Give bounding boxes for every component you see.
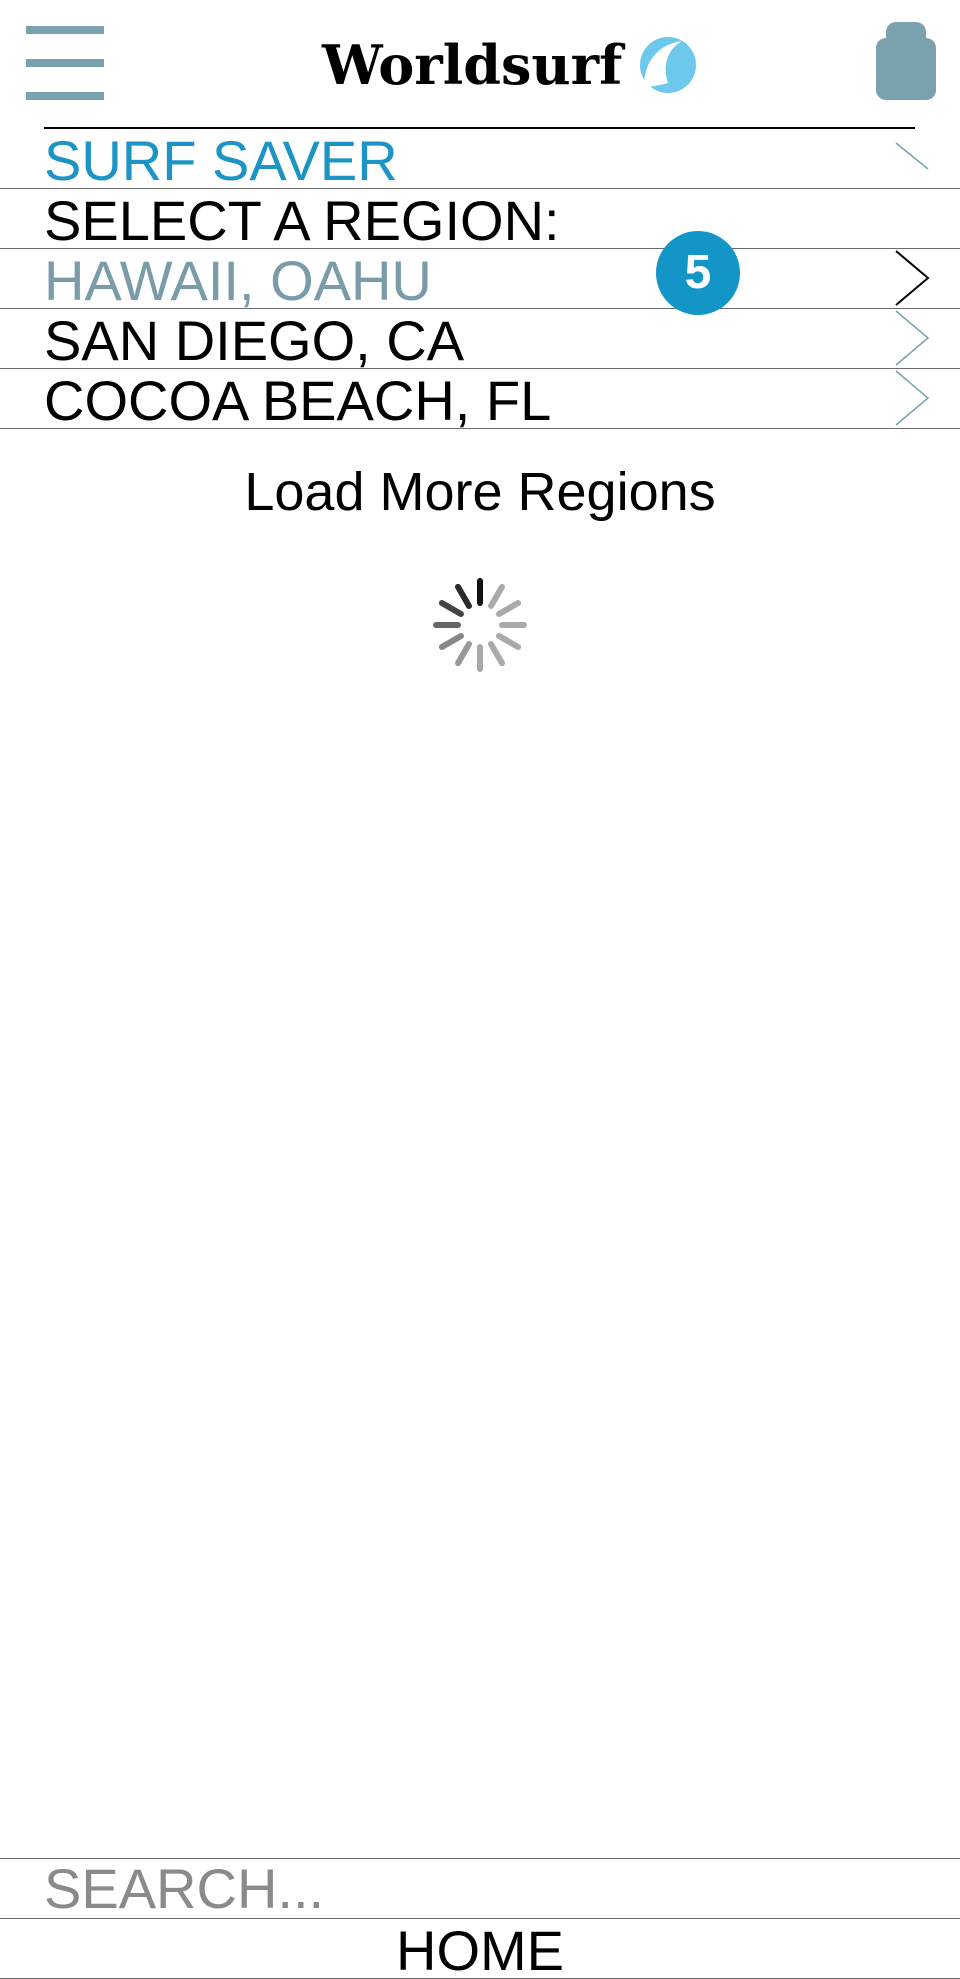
region-label: COCOA BEACH, FL <box>44 369 552 432</box>
menu-bar <box>26 59 104 67</box>
wave-icon <box>640 37 697 93</box>
loading-spinner-icon <box>433 578 527 672</box>
select-region-label: SELECT A REGION: <box>44 189 560 252</box>
load-more-regions-button[interactable]: Load More Regions <box>0 460 960 524</box>
search-bar <box>0 1858 960 1918</box>
region-item-cocoa-beach[interactable]: COCOA BEACH, FL <box>0 369 960 432</box>
region-item-san-diego[interactable]: SAN DIEGO, CA <box>0 309 960 372</box>
chevron-right-icon <box>895 250 930 306</box>
surf-saver-row[interactable]: SURF SAVER <box>0 129 960 192</box>
count-badge: 5 <box>656 231 740 315</box>
select-region-header: SELECT A REGION: <box>0 189 960 252</box>
app-header: Worldsurf <box>0 0 960 129</box>
chevron-right-icon <box>895 310 930 366</box>
chevron-right-icon <box>895 142 929 170</box>
home-button[interactable]: HOME <box>0 1918 960 1979</box>
user-icon-body <box>876 38 936 100</box>
hamburger-menu-icon[interactable] <box>26 26 104 100</box>
brand-logo[interactable]: Worldsurf <box>322 30 698 100</box>
region-label: SAN DIEGO, CA <box>44 309 465 372</box>
region-label: HAWAII, OAHU <box>44 249 432 312</box>
region-item-hawaii-oahu[interactable]: HAWAII, OAHU <box>0 249 960 312</box>
chevron-right-icon <box>895 370 930 426</box>
user-icon[interactable] <box>876 22 936 100</box>
search-input[interactable] <box>44 1859 924 1918</box>
menu-bar <box>26 26 104 34</box>
menu-bar <box>26 92 104 100</box>
surf-saver-label: SURF SAVER <box>44 129 398 192</box>
user-icon-head <box>886 22 926 44</box>
brand-name: Worldsurf <box>322 33 623 97</box>
